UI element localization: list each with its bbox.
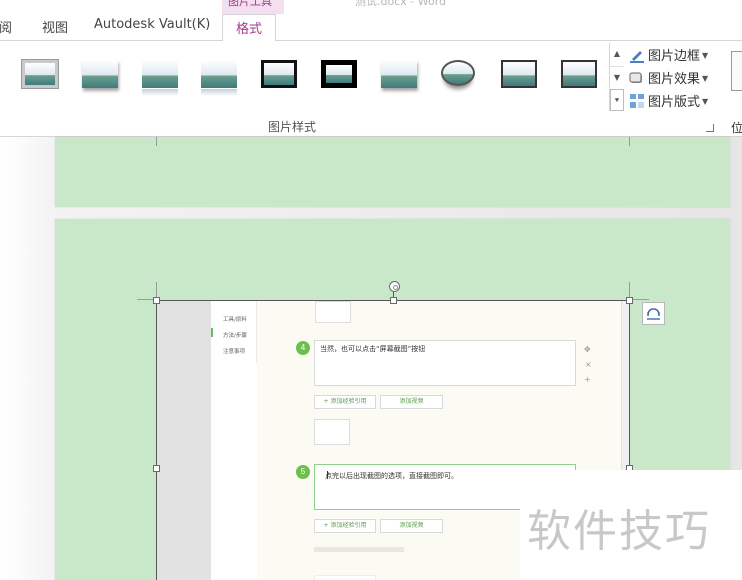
- title-bar: 图片工具 测试.docx - Word: [0, 0, 742, 14]
- step-number-4: 4: [296, 341, 310, 355]
- picture-border-button[interactable]: 图片边框 ▼: [629, 45, 708, 67]
- text-cursor: [327, 471, 328, 479]
- style-drop-shadow[interactable]: [381, 60, 417, 88]
- plus-icon: +: [584, 375, 591, 384]
- style-thick-matte-black[interactable]: [261, 60, 297, 88]
- resize-handle-top[interactable]: [390, 297, 397, 304]
- style-soft-edge[interactable]: [82, 60, 118, 88]
- gallery-down-icon[interactable]: ▼: [610, 66, 624, 88]
- rotate-handle-icon[interactable]: [389, 281, 400, 292]
- document-title: 测试.docx - Word: [355, 0, 447, 8]
- page-previous: [55, 137, 730, 207]
- picture-tools-text: 图片工具: [228, 0, 272, 8]
- resize-handle-top-left[interactable]: [153, 297, 160, 304]
- style-reflected-rounded[interactable]: [142, 60, 178, 96]
- landscape-icon: [25, 63, 55, 85]
- resize-handle-left[interactable]: [153, 465, 160, 472]
- watermark-text: 软件技巧: [527, 506, 711, 557]
- layout-icon: [630, 94, 644, 108]
- tab-format[interactable]: 格式: [222, 14, 277, 41]
- position-button-partial[interactable]: [731, 51, 742, 91]
- layout-options-button[interactable]: [642, 302, 665, 325]
- picture-styles-group-label: 图片样式: [268, 120, 317, 134]
- faded-button: [314, 575, 376, 580]
- picture-styles-gallery: [0, 41, 624, 113]
- style-simple-frame-white[interactable]: [22, 60, 58, 88]
- gallery-scrollbar: ▲ ▼ ⯆: [609, 43, 624, 111]
- picture-nav: 工具/原料 方法/步骤 注意事项: [211, 301, 257, 363]
- tab-view[interactable]: 视图: [42, 17, 68, 36]
- move-icon: ✥: [584, 345, 591, 354]
- ribbon-format: ▲ ▼ ⯆ 图片边框 ▼ 图片效果 ▼ 图片版式 ▼ 位 图片样式: [0, 40, 742, 137]
- mini-screenshot-thumb: [314, 419, 350, 445]
- style-metal-frame[interactable]: [501, 60, 537, 88]
- style-center-shadow[interactable]: [561, 60, 597, 88]
- wrap-text-icon: [647, 308, 660, 320]
- picture-effects-button[interactable]: 图片效果 ▼: [629, 68, 708, 90]
- style-simple-frame-black[interactable]: [321, 60, 357, 88]
- step-number-5: 5: [296, 465, 310, 479]
- add-video-button: 添加视频: [380, 395, 443, 409]
- chevron-down-icon: ▼: [702, 74, 709, 83]
- pencil-border-icon: [630, 51, 644, 63]
- step-text-5: 点完以后出现截图的选项，直接截图即可。: [325, 472, 458, 480]
- add-experience-button-2: + 添加经验引用: [314, 519, 376, 533]
- margin-mark: [629, 137, 630, 146]
- style-reflected-bevel[interactable]: [201, 60, 237, 96]
- gallery-more-icon[interactable]: ⯆: [610, 89, 624, 111]
- faded-hint: [314, 547, 404, 552]
- nav-item-steps: 方法/步骤: [223, 333, 247, 339]
- chevron-down-icon: ▼: [702, 97, 709, 106]
- effects-icon: [629, 72, 642, 83]
- mini-screenshot-thumb: [315, 301, 351, 323]
- resize-handle-top-right[interactable]: [626, 297, 633, 304]
- picture-tools-context-label: 图片工具: [222, 0, 284, 14]
- style-oval[interactable]: [441, 60, 475, 86]
- selection-border-left: [156, 300, 157, 580]
- picture-left-panel: [157, 301, 211, 580]
- position-label-partial: 位: [731, 121, 742, 135]
- nav-item-tools: 工具/原料: [223, 317, 247, 323]
- step-text-4: 当然，也可以点击“屏幕截图”按钮: [320, 345, 426, 353]
- gallery-up-icon[interactable]: ▲: [610, 43, 624, 65]
- nav-active-indicator: [211, 328, 213, 337]
- close-icon: ×: [585, 360, 592, 369]
- picture-layout-button[interactable]: 图片版式 ▼: [629, 91, 708, 113]
- tab-autodesk-vault[interactable]: Autodesk Vault(K): [94, 17, 210, 32]
- step-box-4: 当然，也可以点击“屏幕截图”按钮: [314, 340, 576, 386]
- ribbon-tabs: 审阅 视图 Autodesk Vault(K) 格式: [0, 14, 742, 41]
- nav-item-notes: 注意事项: [223, 349, 246, 355]
- dialog-launcher-icon[interactable]: [706, 124, 714, 132]
- tab-review[interactable]: 审阅: [0, 17, 12, 36]
- add-video-button-2: 添加视频: [380, 519, 443, 533]
- add-experience-button: + 添加经验引用: [314, 395, 376, 409]
- margin-mark: [156, 137, 157, 146]
- chevron-down-icon: ▼: [702, 51, 709, 60]
